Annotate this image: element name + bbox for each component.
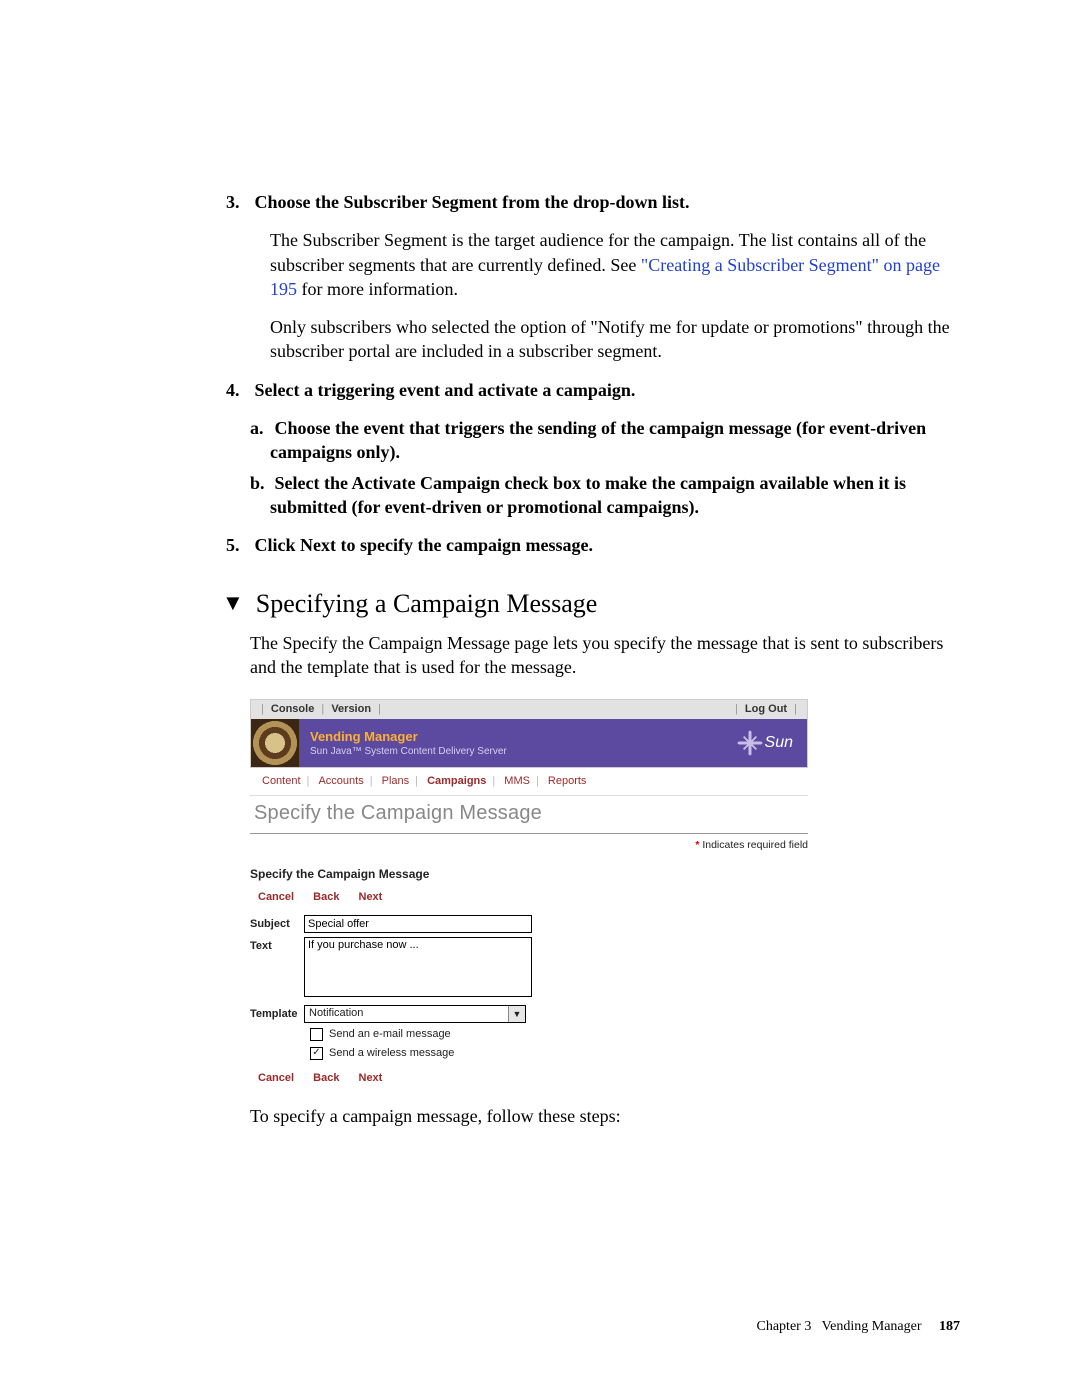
ss-top-console[interactable]: Console bbox=[271, 703, 314, 715]
vending-manager-icon bbox=[251, 719, 300, 767]
tab-reports[interactable]: Reports bbox=[542, 775, 593, 787]
cancel-button-bottom[interactable]: Cancel bbox=[258, 1072, 294, 1084]
outro-text: To specify a campaign message, follow th… bbox=[250, 1104, 960, 1128]
text-input[interactable] bbox=[304, 937, 532, 997]
step-3-title: Choose the Subscriber Segment from the d… bbox=[255, 192, 690, 212]
label-text: Text bbox=[250, 937, 304, 954]
button-row-top: Cancel Back Next bbox=[258, 890, 808, 905]
tab-accounts[interactable]: Accounts bbox=[312, 775, 369, 787]
step-4a-text: Choose the event that triggers the sendi… bbox=[270, 418, 926, 462]
step-5-title: Click Next to specify the campaign messa… bbox=[255, 535, 593, 555]
sun-diamond-icon bbox=[737, 730, 762, 755]
ss-top-logout[interactable]: Log Out bbox=[745, 703, 787, 715]
step-3-body-2: Only subscribers who selected the option… bbox=[270, 315, 960, 364]
template-select-value: Notification bbox=[305, 1006, 508, 1022]
tab-campaigns[interactable]: Campaigns bbox=[421, 775, 492, 787]
tab-content[interactable]: Content bbox=[256, 775, 307, 787]
label-subject: Subject bbox=[250, 915, 304, 932]
step-4-title: Select a triggering event and activate a… bbox=[255, 380, 636, 400]
checkbox-wireless-label: Send a wireless message bbox=[329, 1046, 454, 1061]
tab-mms[interactable]: MMS bbox=[498, 775, 536, 787]
checkbox-email[interactable] bbox=[310, 1028, 323, 1041]
tab-plans[interactable]: Plans bbox=[376, 775, 416, 787]
step-4-number: 4. bbox=[226, 378, 250, 402]
screenshot-page-title: Specify the Campaign Message bbox=[250, 796, 808, 834]
checkbox-email-label: Send an e-mail message bbox=[329, 1027, 451, 1042]
form-section-title: Specify the Campaign Message bbox=[250, 866, 808, 882]
cancel-button-top[interactable]: Cancel bbox=[258, 891, 294, 903]
heading-intro: The Specify the Campaign Message page le… bbox=[250, 631, 960, 680]
back-button-bottom[interactable]: Back bbox=[313, 1072, 339, 1084]
required-label: Indicates required field bbox=[699, 839, 808, 851]
section-heading: Specifying a Campaign Message bbox=[256, 586, 598, 621]
step-3-body-1: The Subscriber Segment is the target aud… bbox=[270, 228, 960, 301]
banner-subtitle: Sun Java™ System Content Delivery Server bbox=[310, 745, 507, 759]
back-button-top[interactable]: Back bbox=[313, 891, 339, 903]
ss-top-version[interactable]: Version bbox=[331, 703, 371, 715]
step-4b-letter: b. bbox=[250, 471, 270, 495]
next-button-top[interactable]: Next bbox=[359, 891, 383, 903]
step-4b-text: Select the Activate Campaign check box t… bbox=[270, 473, 906, 517]
campaign-message-screenshot: | Console | Version | | Log Out | Vendin… bbox=[250, 699, 808, 1085]
sun-logo: Sun bbox=[741, 719, 807, 767]
banner-title: Vending Manager bbox=[310, 728, 507, 746]
label-template: Template bbox=[250, 1005, 304, 1022]
step-4a-letter: a. bbox=[250, 416, 270, 440]
next-button-bottom[interactable]: Next bbox=[359, 1072, 383, 1084]
triangle-down-icon: ▼ bbox=[222, 592, 244, 614]
page-footer: Chapter 3 Vending Manager 187 bbox=[250, 1318, 960, 1337]
button-row-bottom: Cancel Back Next bbox=[258, 1071, 808, 1086]
checkbox-wireless[interactable]: ✓ bbox=[310, 1047, 323, 1060]
step-5-number: 5. bbox=[226, 533, 250, 557]
subject-input[interactable] bbox=[304, 915, 532, 933]
step-3-number: 3. bbox=[226, 190, 250, 214]
chevron-down-icon[interactable]: ▼ bbox=[508, 1006, 525, 1022]
template-select[interactable]: Notification ▼ bbox=[304, 1005, 526, 1023]
